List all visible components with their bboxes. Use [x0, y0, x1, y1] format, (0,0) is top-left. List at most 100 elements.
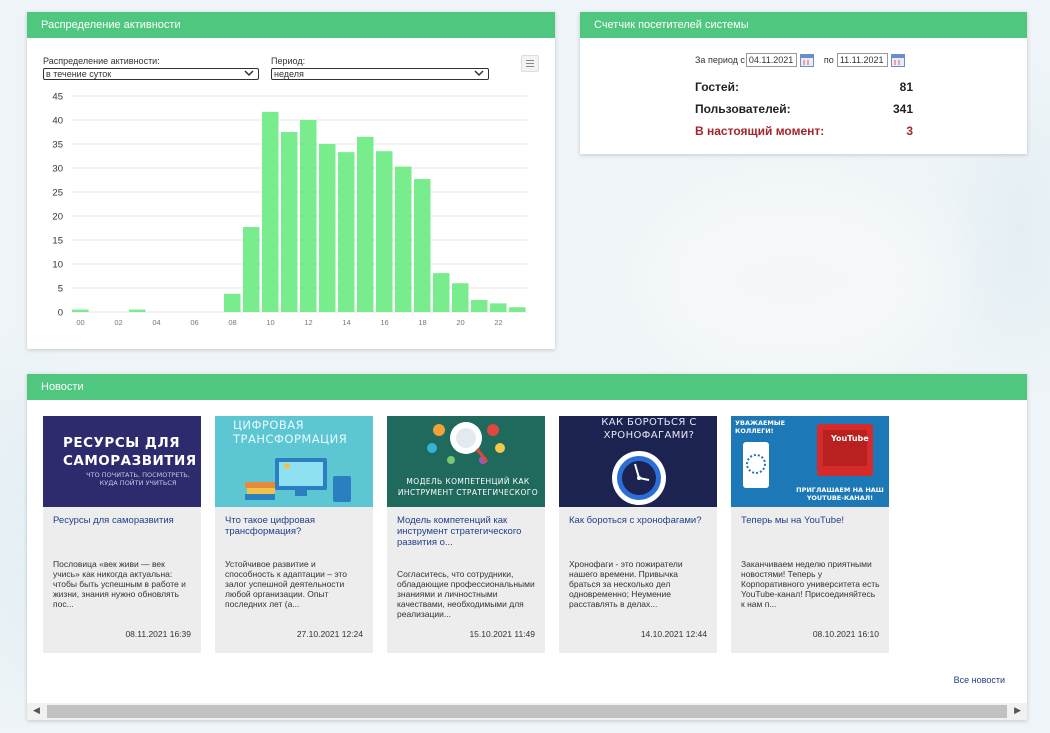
x-tick-label: 02 — [114, 318, 122, 327]
activity-panel: Распределение активности Распределение а… — [27, 12, 555, 349]
y-tick-label: 35 — [52, 140, 63, 151]
news-card-text: Пословица «век живи — век учись» как ник… — [53, 559, 186, 609]
guests-value: 81 — [899, 80, 913, 94]
activity-panel-title: Распределение активности — [27, 12, 555, 38]
chart-bar — [319, 144, 336, 312]
news-card-image: РЕСУРСЫ ДЛЯ САМОРАЗВИТИЯ ЧТО ПОЧИТАТЬ, П… — [43, 416, 201, 507]
news-card-text: Устойчивое развитие и способность к адап… — [225, 559, 347, 609]
calendar-icon[interactable] — [890, 53, 905, 67]
y-tick-label: 20 — [52, 212, 63, 223]
visitors-panel: Счетчик посетителей системы За период с … — [580, 12, 1027, 154]
x-tick-label: 22 — [494, 318, 502, 327]
news-image-subtitle: ПРИГЛАШАЕМ НА НАШ YOUTUBE-КАНАЛ! — [796, 486, 884, 502]
y-tick-label: 15 — [52, 236, 63, 247]
news-card[interactable]: МОДЕЛЬ КОМПЕТЕНЦИЙ КАК ИНСТРУМЕНТ СТРАТЕ… — [387, 416, 545, 653]
chart-bar — [376, 151, 393, 312]
y-tick-label: 10 — [52, 260, 63, 271]
youtube-logo-text: YouTube — [831, 434, 869, 443]
arrow-left-icon[interactable]: ◀ — [33, 705, 40, 716]
news-card-text: Согласитесь, что сотрудники, обладающие … — [397, 569, 535, 619]
news-card-date: 08.11.2021 16:39 — [125, 629, 191, 639]
news-card-text: Хронофаги - это пожиратели нашего времен… — [569, 559, 683, 609]
chart-bar — [262, 111, 279, 312]
x-tick-label: 14 — [342, 318, 350, 327]
y-tick-label: 40 — [52, 116, 63, 127]
guests-stat: Гостей: 81 — [695, 80, 913, 94]
news-card-date: 08.10.2021 16:10 — [812, 629, 879, 639]
list-view-button[interactable] — [521, 55, 539, 72]
x-tick-label: 00 — [76, 318, 84, 327]
list-icon-line — [526, 66, 534, 67]
news-card-image: ЦИФРОВАЯ ТРАНСФОРМАЦИЯ — [215, 416, 373, 507]
visitors-panel-title: Счетчик посетителей системы — [580, 12, 1027, 38]
distribution-select-block: Распределение активности: в течение суто… — [43, 56, 259, 80]
news-card-image: УВАЖАЕМЫЕ КОЛЛЕГИ! YouTube ПРИГЛАШАЕМ НА… — [731, 416, 889, 507]
news-card-title[interactable]: Как бороться с хронофагами? — [569, 515, 709, 526]
date-from-input[interactable]: 04.11.2021 — [745, 53, 797, 67]
scrollbar-thumb[interactable] — [47, 705, 1007, 718]
x-tick-label: 08 — [228, 318, 236, 327]
chart-bar — [414, 179, 431, 312]
news-panel-title: Новости — [27, 374, 1027, 400]
chart-bar — [471, 300, 488, 312]
period-label: Период: — [271, 56, 306, 66]
now-value: 3 — [906, 124, 913, 138]
clock-icon — [612, 451, 666, 505]
news-card-date: 15.10.2021 11:49 — [469, 629, 535, 639]
y-tick-label: 30 — [52, 164, 63, 175]
chart-bar — [224, 293, 241, 312]
news-card-title[interactable]: Теперь мы на YouTube! — [741, 515, 881, 526]
chart-bar — [281, 132, 298, 312]
distribution-label: Распределение активности: — [43, 56, 160, 66]
y-tick-label: 45 — [52, 92, 63, 103]
date-to-input[interactable]: 11.11.2021 — [836, 53, 888, 67]
news-image-title: МОДЕЛЬ КОМПЕТЕНЦИЙ КАК ИНСТРУМЕНТ СТРАТЕ… — [397, 477, 539, 497]
computer-illustration-icon — [245, 458, 351, 502]
period-select-value: неделя — [274, 69, 304, 79]
activity-chart: 0 5 10 15 20 25 30 35 40 45 00 02 04 06 08 10 12 14 16 18 20… — [52, 92, 527, 327]
users-label: Пользователей: — [695, 102, 791, 116]
news-card-image: КАК БОРОТЬСЯ С ХРОНОФАГАМИ? — [559, 416, 717, 507]
chart-bar — [300, 120, 317, 312]
period-select-block: Период: неделя — [271, 56, 489, 80]
period-row: За период с 04.11.2021 по 11.11.2021 — [695, 53, 915, 67]
distribution-select-value: в течение суток — [46, 69, 112, 79]
chart-bar — [243, 227, 260, 312]
now-stat: В настоящий момент: 3 — [695, 124, 913, 138]
users-stat: Пользователей: 341 — [695, 102, 913, 116]
x-tick-label: 18 — [418, 318, 426, 327]
news-card-text: Заканчиваем неделю приятными новостями! … — [741, 559, 880, 609]
calendar-icon[interactable] — [799, 53, 814, 67]
news-card[interactable]: РЕСУРСЫ ДЛЯ САМОРАЗВИТИЯ ЧТО ПОЧИТАТЬ, П… — [43, 416, 201, 653]
news-card-title[interactable]: Ресурсы для саморазвития — [53, 515, 193, 526]
news-card-title[interactable]: Что такое цифровая трансформация? — [225, 515, 365, 537]
users-value: 341 — [892, 102, 913, 116]
news-image-title: РЕСУРСЫ ДЛЯ САМОРАЗВИТИЯ — [63, 435, 197, 469]
chart-bar — [509, 307, 526, 312]
chevron-down-icon — [244, 69, 254, 79]
chart-bar — [338, 152, 355, 312]
period-to-label: по — [823, 55, 834, 65]
list-icon — [526, 60, 534, 61]
news-image-subtitle: ЧТО ПОЧИТАТЬ, ПОСМОТРЕТЬ, КУДА ПОЙТИ УЧИ… — [86, 471, 190, 487]
list-icon-line — [526, 63, 534, 64]
chart-bar — [395, 166, 412, 312]
guests-label: Гостей: — [695, 80, 739, 94]
x-tick-label: 20 — [456, 318, 464, 327]
all-news-link[interactable]: Все новости — [954, 675, 1005, 685]
chart-bar — [357, 136, 374, 312]
news-panel: Новости РЕСУРСЫ ДЛЯ САМОРАЗВИТИЯ ЧТО ПОЧ… — [27, 374, 1027, 720]
distribution-select[interactable]: в течение суток — [43, 68, 259, 80]
period-select[interactable]: неделя — [271, 68, 489, 80]
y-tick-label: 0 — [58, 308, 63, 319]
chart-bar — [490, 303, 507, 312]
x-tick-label: 04 — [152, 318, 160, 327]
chart-bar — [72, 309, 89, 312]
horizontal-scrollbar[interactable]: ◀ ▶ — [27, 703, 1027, 720]
news-card-title[interactable]: Модель компетенций как инструмент страте… — [397, 515, 537, 548]
y-tick-label: 25 — [52, 188, 63, 199]
news-card[interactable]: УВАЖАЕМЫЕ КОЛЛЕГИ! YouTube ПРИГЛАШАЕМ НА… — [731, 416, 889, 653]
arrow-right-icon[interactable]: ▶ — [1014, 705, 1021, 716]
news-card[interactable]: ЦИФРОВАЯ ТРАНСФОРМАЦИЯ Что такое цифрова… — [215, 416, 373, 653]
news-card[interactable]: КАК БОРОТЬСЯ С ХРОНОФАГАМИ? Как бороться… — [559, 416, 717, 653]
